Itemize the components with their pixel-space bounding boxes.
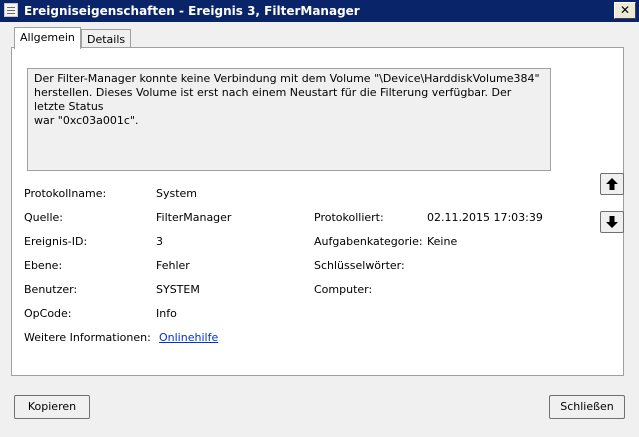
label-aufgabenkategorie: Aufgabenkategorie:: [314, 235, 423, 248]
tab-details[interactable]: Details: [81, 29, 132, 49]
value-protokollname[interactable]: System: [156, 187, 197, 200]
label-opcode: OpCode:: [24, 307, 72, 320]
value-quelle[interactable]: FilterManager: [156, 211, 231, 224]
window-title: Ereigniseigenschaften - Ereignis 3, Filt…: [24, 4, 360, 18]
event-viewer-icon: [4, 3, 18, 17]
label-schluesselwoerter: Schlüsselwörter:: [314, 259, 405, 272]
value-aufgabenkategorie[interactable]: Keine: [427, 235, 457, 248]
next-event-button[interactable]: [600, 211, 624, 233]
label-protokollname: Protokollname:: [24, 187, 107, 200]
label-ereignis-id: Ereignis-ID:: [24, 235, 88, 248]
previous-event-button[interactable]: [600, 173, 624, 195]
value-opcode[interactable]: Info: [156, 307, 177, 320]
label-ebene: Ebene:: [24, 259, 63, 272]
label-weitere-informationen: Weitere Informationen:: [24, 331, 151, 344]
tab-allgemein[interactable]: Allgemein: [14, 27, 81, 49]
label-benutzer: Benutzer:: [24, 283, 78, 296]
online-help-link[interactable]: Onlinehilfe: [159, 331, 218, 344]
copy-button[interactable]: Kopieren: [14, 395, 90, 419]
label-quelle: Quelle:: [24, 211, 63, 224]
value-ebene[interactable]: Fehler: [156, 259, 190, 272]
value-benutzer[interactable]: SYSTEM: [156, 283, 200, 296]
arrow-up-icon: [606, 178, 618, 190]
arrow-down-icon: [606, 216, 618, 228]
label-protokolliert: Protokolliert:: [314, 211, 384, 224]
close-dialog-button[interactable]: Schließen: [549, 395, 625, 419]
label-computer: Computer:: [314, 283, 373, 296]
title-bar: Ereigniseigenschaften - Ereignis 3, Filt…: [0, 0, 639, 22]
value-protokolliert[interactable]: 02.11.2015 17:03:39: [427, 211, 543, 224]
close-button[interactable]: ✕: [614, 2, 636, 19]
event-description[interactable]: Der Filter-Manager konnte keine Verbindu…: [27, 68, 551, 171]
value-ereignis-id[interactable]: 3: [156, 235, 163, 248]
